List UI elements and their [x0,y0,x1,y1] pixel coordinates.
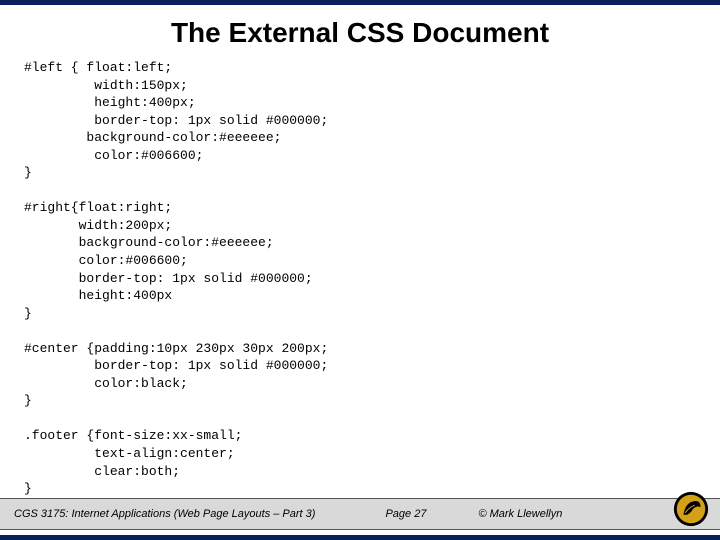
code-line: height:400px [24,288,172,303]
code-line: } [24,481,32,496]
code-line: width:200px; [24,218,172,233]
ucf-pegasus-logo-icon [672,490,710,528]
code-line: width:150px; [24,78,188,93]
code-line: color:#006600; [24,148,203,163]
slide-title: The External CSS Document [0,17,720,49]
code-line: .footer {font-size:xx-small; [24,428,242,443]
slide: The External CSS Document #left { float:… [0,0,720,540]
code-line: color:#006600; [24,253,188,268]
code-line: border-top: 1px solid #000000; [24,358,328,373]
code-line: } [24,306,32,321]
footer-page: Page 27 [385,508,426,520]
footer-bar: CGS 3175: Internet Applications (Web Pag… [0,498,720,530]
code-line: } [24,165,32,180]
code-line: #left { float:left; [24,60,172,75]
code-line: #center {padding:10px 230px 30px 200px; [24,341,328,356]
code-line: } [24,393,32,408]
code-line: background-color:#eeeeee; [24,235,274,250]
code-line: height:400px; [24,95,196,110]
code-line: border-top: 1px solid #000000; [24,271,313,286]
footer-course: CGS 3175: Internet Applications (Web Pag… [14,508,315,520]
code-body: #left { float:left; width:150px; height:… [0,59,720,535]
code-line: #right{float:right; [24,200,172,215]
code-line: clear:both; [24,464,180,479]
code-line: text-align:center; [24,446,235,461]
code-line: color:black; [24,376,188,391]
code-line: background-color:#eeeeee; [24,130,281,145]
code-line: border-top: 1px solid #000000; [24,113,328,128]
footer: CGS 3175: Internet Applications (Web Pag… [0,498,720,530]
footer-copyright: © Mark Llewellyn [478,508,562,520]
